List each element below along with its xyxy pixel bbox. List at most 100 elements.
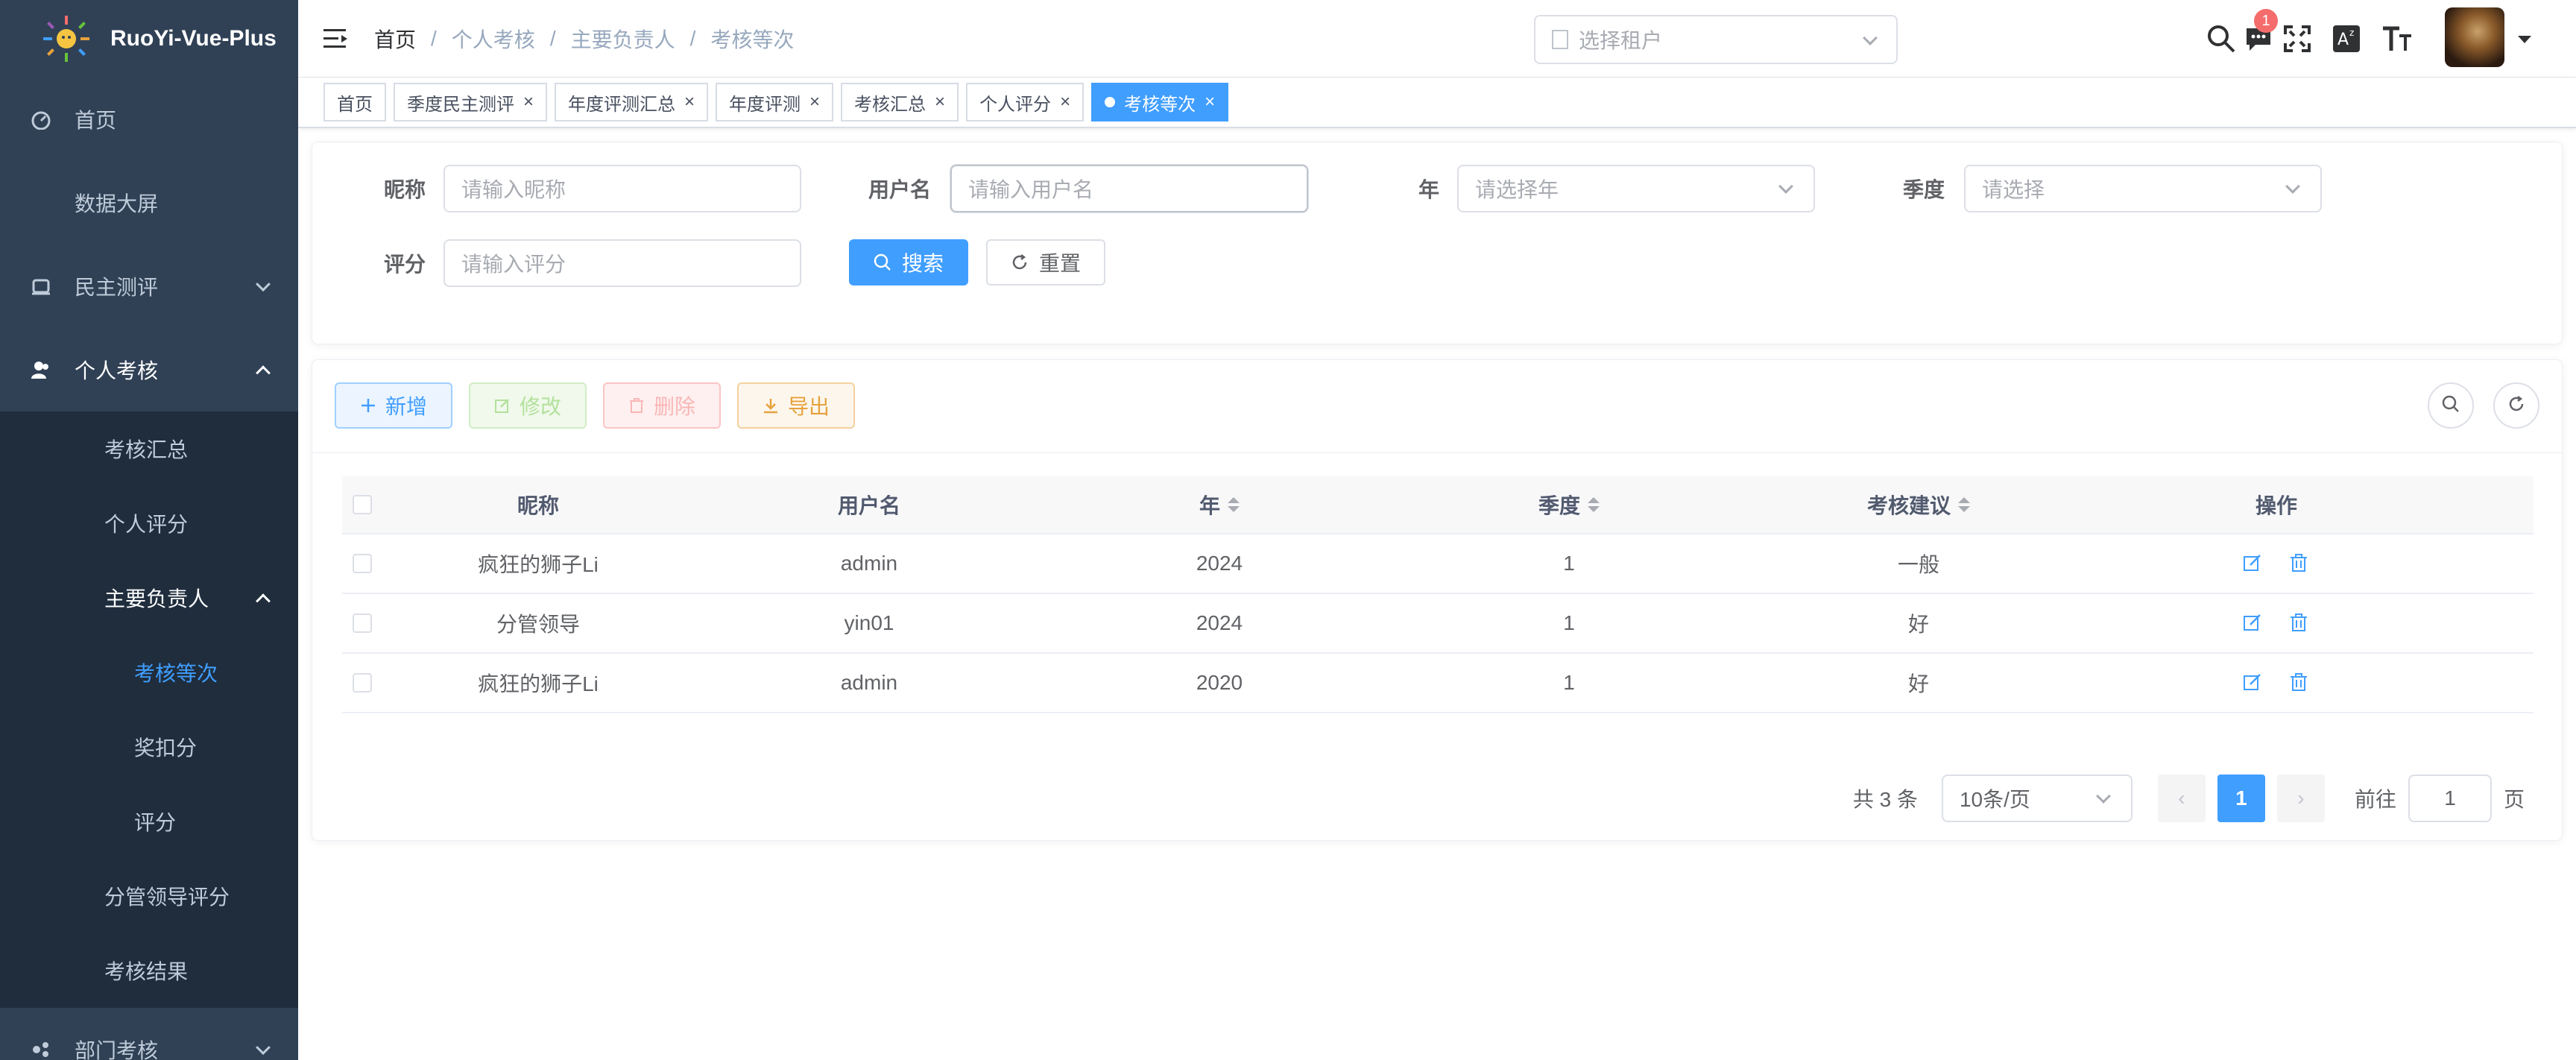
pagination-total: 共 3 条 (1852, 788, 1918, 811)
delete-button[interactable]: 删除 (603, 382, 721, 429)
sidebar-item-label: 首页 (75, 109, 117, 132)
breadcrumb-item[interactable]: 个人考核 (452, 24, 535, 54)
cell-nickname: 疯狂的狮子Li (478, 553, 599, 576)
toggle-search-button[interactable] (2428, 382, 2474, 429)
sidebar-item-leader-score[interactable]: 分管领导评分 (0, 859, 298, 933)
sidebar-item-department-assessment[interactable]: 部门考核 (0, 1008, 298, 1060)
trash-icon[interactable] (2288, 672, 2311, 694)
cell-quarter: 1 (1563, 552, 1575, 575)
download-icon (763, 397, 779, 414)
caret-down-icon[interactable] (2518, 36, 2531, 43)
chevron-down-icon (1863, 31, 1878, 45)
column-header-quarter[interactable]: 季度 (1395, 490, 1743, 520)
search-button-label: 搜索 (901, 252, 944, 275)
sidebar-item-bonus-deduction[interactable]: 奖扣分 (0, 710, 298, 784)
avatar[interactable] (2445, 7, 2504, 67)
sidebar-item-main-leader[interactable]: 主要负责人 (0, 561, 298, 635)
close-icon[interactable]: × (1205, 92, 1215, 113)
sidebar-item-rating[interactable]: 评分 (0, 784, 298, 859)
column-header-label: 考核建议 (1866, 494, 1951, 517)
username-input[interactable]: 请输入用户名 (950, 165, 1308, 212)
tag-annual-evaluation[interactable]: 年度评测 × (716, 83, 834, 122)
table-row: 疯狂的狮子Li admin 2024 1 一般 (342, 534, 2534, 594)
tag-assessment-summary[interactable]: 考核汇总 × (841, 83, 959, 122)
tag-assessment-grade[interactable]: 考核等次 × (1091, 83, 1229, 122)
sidebar-item-assessment-grade[interactable]: 考核等次 (0, 635, 298, 710)
nickname-label: 昵称 (384, 178, 426, 201)
cell-nickname: 分管领导 (496, 613, 580, 636)
add-button[interactable]: 新增 (335, 382, 452, 429)
reset-button[interactable]: 重置 (986, 239, 1105, 285)
tenant-select[interactable]: 选择租户 (1534, 15, 1898, 64)
refresh-table-button[interactable] (2493, 382, 2539, 429)
score-input[interactable]: 请输入评分 (443, 239, 801, 287)
row-checkbox[interactable] (353, 613, 372, 633)
vote-icon (30, 275, 52, 297)
quarter-placeholder: 请选择 (1982, 178, 2045, 201)
sort-icon[interactable] (1958, 497, 1970, 512)
logo[interactable]: RuoYi-Vue-Plus (0, 0, 298, 78)
sidebar-item-label: 部门考核 (75, 1039, 159, 1060)
tag-home[interactable]: 首页 (323, 83, 386, 122)
year-select[interactable]: 请选择年 (1457, 165, 1815, 212)
close-icon[interactable]: × (523, 92, 534, 113)
tag-personal-score[interactable]: 个人评分 × (966, 83, 1085, 122)
sidebar-item-home[interactable]: 首页 (0, 78, 298, 161)
hamburger-icon[interactable] (323, 28, 349, 50)
cell-suggestion: 一般 (1897, 553, 1939, 576)
breadcrumb-separator: / (431, 26, 437, 50)
cell-username: admin (840, 552, 898, 575)
translate-icon[interactable]: Az (2330, 22, 2363, 55)
tag-quarterly-democratic[interactable]: 季度民主测评 × (394, 83, 548, 122)
goto-page-input[interactable]: 1 (2408, 775, 2492, 822)
search-button[interactable]: 搜索 (849, 239, 968, 285)
sidebar-item-personal-assessment[interactable]: 个人考核 (0, 328, 298, 411)
prev-page-button[interactable]: ‹ (2157, 775, 2206, 822)
breadcrumb-item[interactable]: 主要负责人 (571, 24, 675, 54)
search-icon (874, 253, 891, 271)
tag-annual-summary[interactable]: 年度评测汇总 × (555, 83, 709, 122)
fullscreen-icon[interactable] (2281, 22, 2314, 55)
trash-icon[interactable] (2288, 612, 2311, 634)
row-checkbox[interactable] (353, 554, 372, 573)
cell-suggestion: 好 (1907, 613, 1929, 636)
close-icon[interactable]: × (684, 92, 695, 113)
sidebar-item-personal-score[interactable]: 个人评分 (0, 486, 298, 561)
logo-icon (42, 14, 91, 63)
close-icon[interactable]: × (809, 92, 820, 113)
breadcrumb-item[interactable]: 首页 (374, 24, 416, 54)
column-header-year[interactable]: 年 (1044, 490, 1395, 520)
next-page-button[interactable]: › (2276, 775, 2325, 822)
edit-icon[interactable] (2242, 552, 2264, 575)
sort-icon[interactable] (1588, 497, 1600, 512)
sidebar-item-label: 民主测评 (75, 276, 159, 299)
nickname-input[interactable]: 请输入昵称 (443, 165, 801, 212)
column-header-suggestion[interactable]: 考核建议 (1743, 490, 2094, 520)
trash-icon[interactable] (2288, 552, 2311, 575)
sidebar-item-label: 分管领导评分 (104, 886, 230, 909)
score-placeholder: 请输入评分 (461, 253, 566, 276)
sidebar-item-democratic-evaluation[interactable]: 民主测评 (0, 245, 298, 328)
chevron-down-icon (2096, 789, 2111, 804)
tag-label: 考核等次 (1124, 94, 1196, 115)
search-icon[interactable] (2205, 22, 2238, 55)
sidebar-item-assessment-summary[interactable]: 考核汇总 (0, 411, 298, 486)
chevron-down-icon (1778, 179, 1793, 194)
page-size-select[interactable]: 10条/页 (1941, 775, 2133, 822)
select-all-checkbox[interactable] (353, 495, 372, 514)
sidebar-item-assessment-result[interactable]: 考核结果 (0, 933, 298, 1008)
export-button[interactable]: 导出 (737, 382, 855, 429)
row-checkbox[interactable] (353, 673, 372, 693)
edit-icon[interactable] (2242, 612, 2264, 634)
quarter-select[interactable]: 请选择 (1964, 165, 2322, 212)
close-icon[interactable]: × (935, 92, 945, 113)
column-header-label: 用户名 (837, 494, 900, 517)
edit-icon[interactable] (2242, 672, 2264, 694)
chevron-down-icon (256, 277, 271, 292)
page-number-button[interactable]: 1 (2217, 775, 2265, 822)
close-icon[interactable]: × (1060, 92, 1070, 113)
sort-icon[interactable] (1228, 497, 1240, 512)
font-size-icon[interactable] (2381, 22, 2414, 55)
sidebar-item-data-screen[interactable]: 数据大屏 (0, 161, 298, 245)
edit-button[interactable]: 修改 (469, 382, 587, 429)
